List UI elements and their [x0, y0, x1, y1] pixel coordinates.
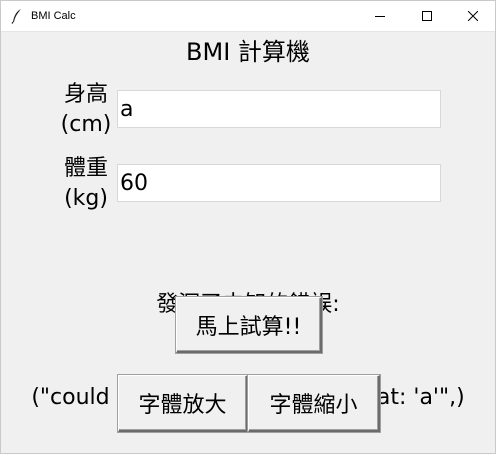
close-button[interactable] — [450, 1, 496, 31]
close-icon — [468, 11, 478, 21]
app-heading: BMI 計算機 — [186, 38, 310, 66]
title-bar[interactable]: BMI Calc — [1, 1, 495, 32]
weight-label-unit: (kg) — [64, 186, 108, 211]
height-input[interactable] — [117, 90, 441, 128]
height-label: 身高 (cm) — [56, 80, 116, 140]
font-larger-button[interactable]: 字體放大 — [118, 375, 248, 432]
minimize-button[interactable] — [357, 1, 403, 31]
calculate-button[interactable]: 馬上試算!! — [176, 297, 322, 353]
maximize-button[interactable] — [404, 1, 450, 31]
bmi-calc-window: BMI Calc BMI 計算機 身高 (cm) 體重 (kg) 發深了未知的錯… — [0, 0, 496, 454]
font-smaller-button[interactable]: 字體縮小 — [248, 375, 380, 432]
minimize-icon — [375, 11, 385, 21]
feather-icon — [10, 8, 24, 24]
weight-input[interactable] — [117, 164, 441, 202]
maximize-icon — [422, 11, 432, 21]
weight-label: 體重 (kg) — [56, 154, 116, 214]
height-label-text: 身高 — [63, 82, 108, 107]
height-label-unit: (cm) — [60, 112, 112, 137]
window-title: BMI Calc — [31, 10, 76, 22]
weight-label-text: 體重 — [63, 156, 108, 181]
